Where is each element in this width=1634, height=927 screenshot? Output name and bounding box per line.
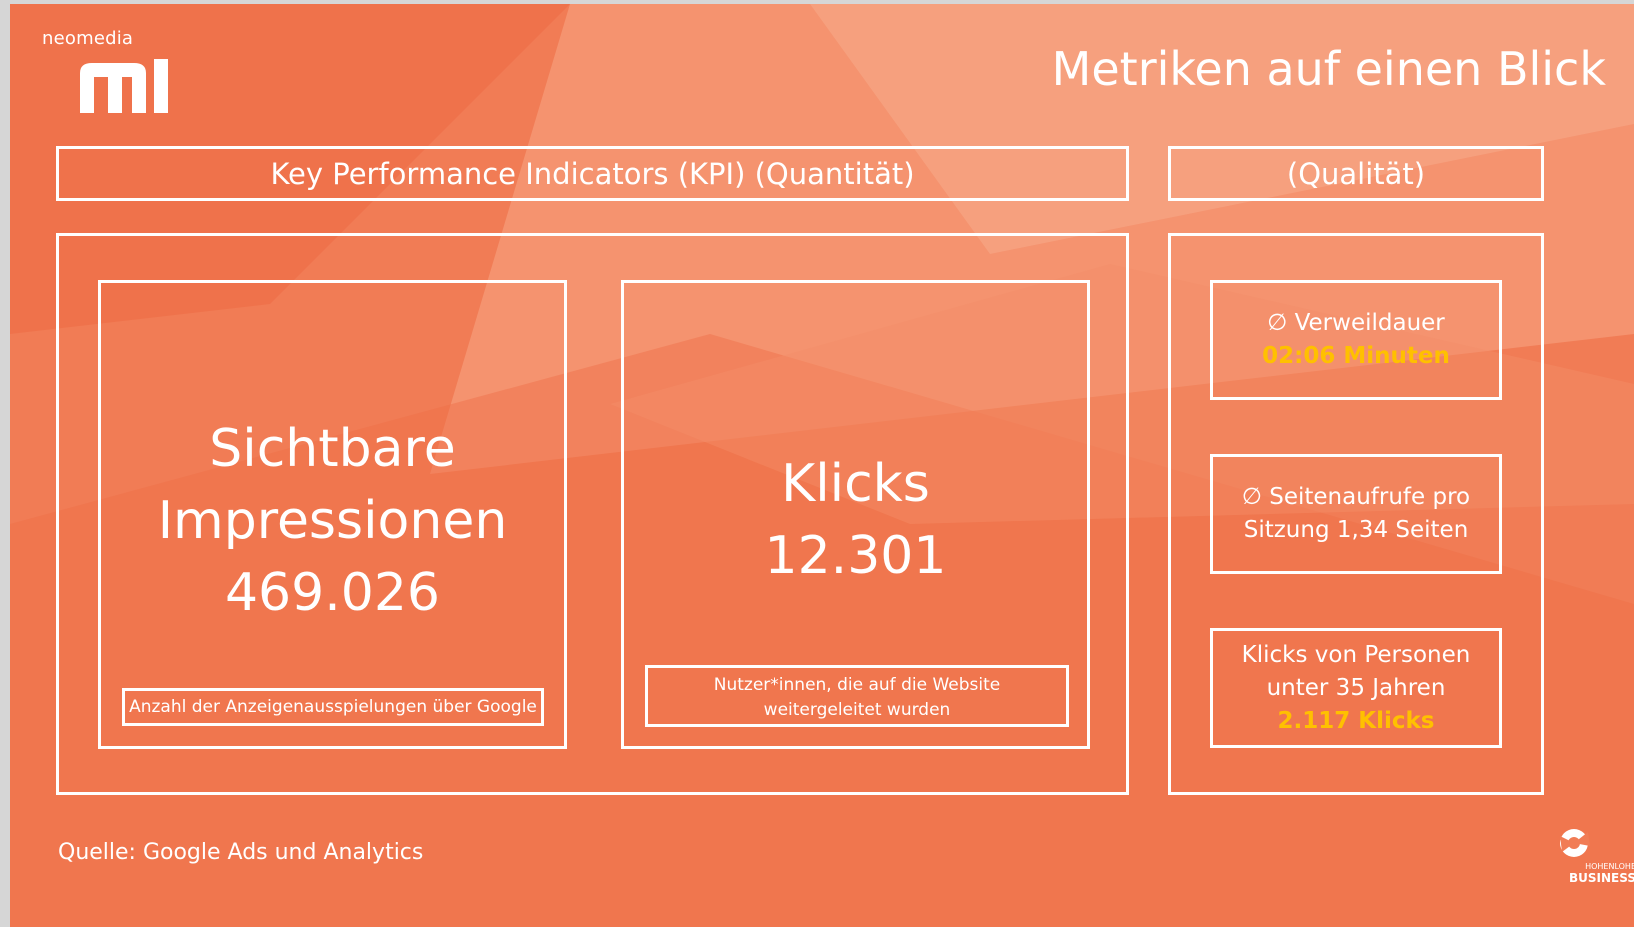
impressions-note-text: Anzahl der Anzeigenausspielungen über Go… — [129, 696, 537, 717]
source-note: Quelle: Google Ads und Analytics — [58, 840, 424, 865]
hohenlohe-logo-line2: BUSINESS — [1569, 871, 1634, 885]
impressions-title-line1: Sichtbare — [209, 419, 456, 479]
pageviews-line2: Sitzung 1,34 Seiten — [1243, 517, 1469, 543]
young-clicks-card: Klicks von Personen unter 35 Jahren 2.11… — [1210, 628, 1502, 748]
dwell-time-card: ∅ Verweildauer 02:06 Minuten — [1210, 280, 1502, 400]
impressions-value: 469.026 — [224, 563, 441, 623]
young-clicks-value: 2.117 Klicks — [1277, 707, 1435, 734]
impressions-card: Sichtbare Impressionen 469.026 Anzahl de… — [98, 280, 567, 749]
pageviews-card: ∅ Seitenaufrufe pro Sitzung 1,34 Seiten — [1210, 454, 1502, 574]
quality-header-label: (Qualität) — [1286, 156, 1426, 191]
quality-header: (Qualität) — [1168, 146, 1544, 201]
clicks-note-line1: Nutzer*innen, die auf die Website — [713, 675, 1001, 695]
clicks-title: Klicks — [781, 454, 930, 514]
pageviews-line1: ∅ Seitenaufrufe pro — [1241, 484, 1471, 510]
clicks-note: Nutzer*innen, die auf die Website weiter… — [645, 665, 1069, 727]
clicks-card: Klicks 12.301 Nutzer*innen, die auf die … — [621, 280, 1090, 749]
impressions-title-line2: Impressionen — [157, 491, 508, 551]
hohenlohe-business-logo: HOHENLOHE BUSINESS — [1560, 829, 1634, 885]
young-clicks-line1: Klicks von Personen — [1241, 641, 1471, 668]
hohenlohe-business-logo-icon — [1560, 829, 1590, 857]
dwell-time-label: ∅ Verweildauer — [1267, 310, 1445, 336]
young-clicks-line2: unter 35 Jahren — [1266, 674, 1446, 701]
impressions-note: Anzahl der Anzeigenausspielungen über Go… — [122, 688, 544, 726]
neomedia-m-logo-icon — [80, 59, 168, 113]
clicks-note-line2: weitergeleitet wurden — [763, 700, 951, 720]
slide: neomedia Metriken auf einen Blick Key Pe… — [10, 4, 1634, 927]
kpi-header-label: Key Performance Indicators (KPI) (Quanti… — [270, 156, 915, 191]
page-title: Metriken auf einen Blick — [1051, 42, 1606, 96]
dwell-time-value: 02:06 Minuten — [1262, 343, 1450, 369]
neomedia-logo-text: neomedia — [42, 28, 134, 49]
kpi-header: Key Performance Indicators (KPI) (Quanti… — [56, 146, 1129, 201]
clicks-value: 12.301 — [764, 526, 947, 586]
